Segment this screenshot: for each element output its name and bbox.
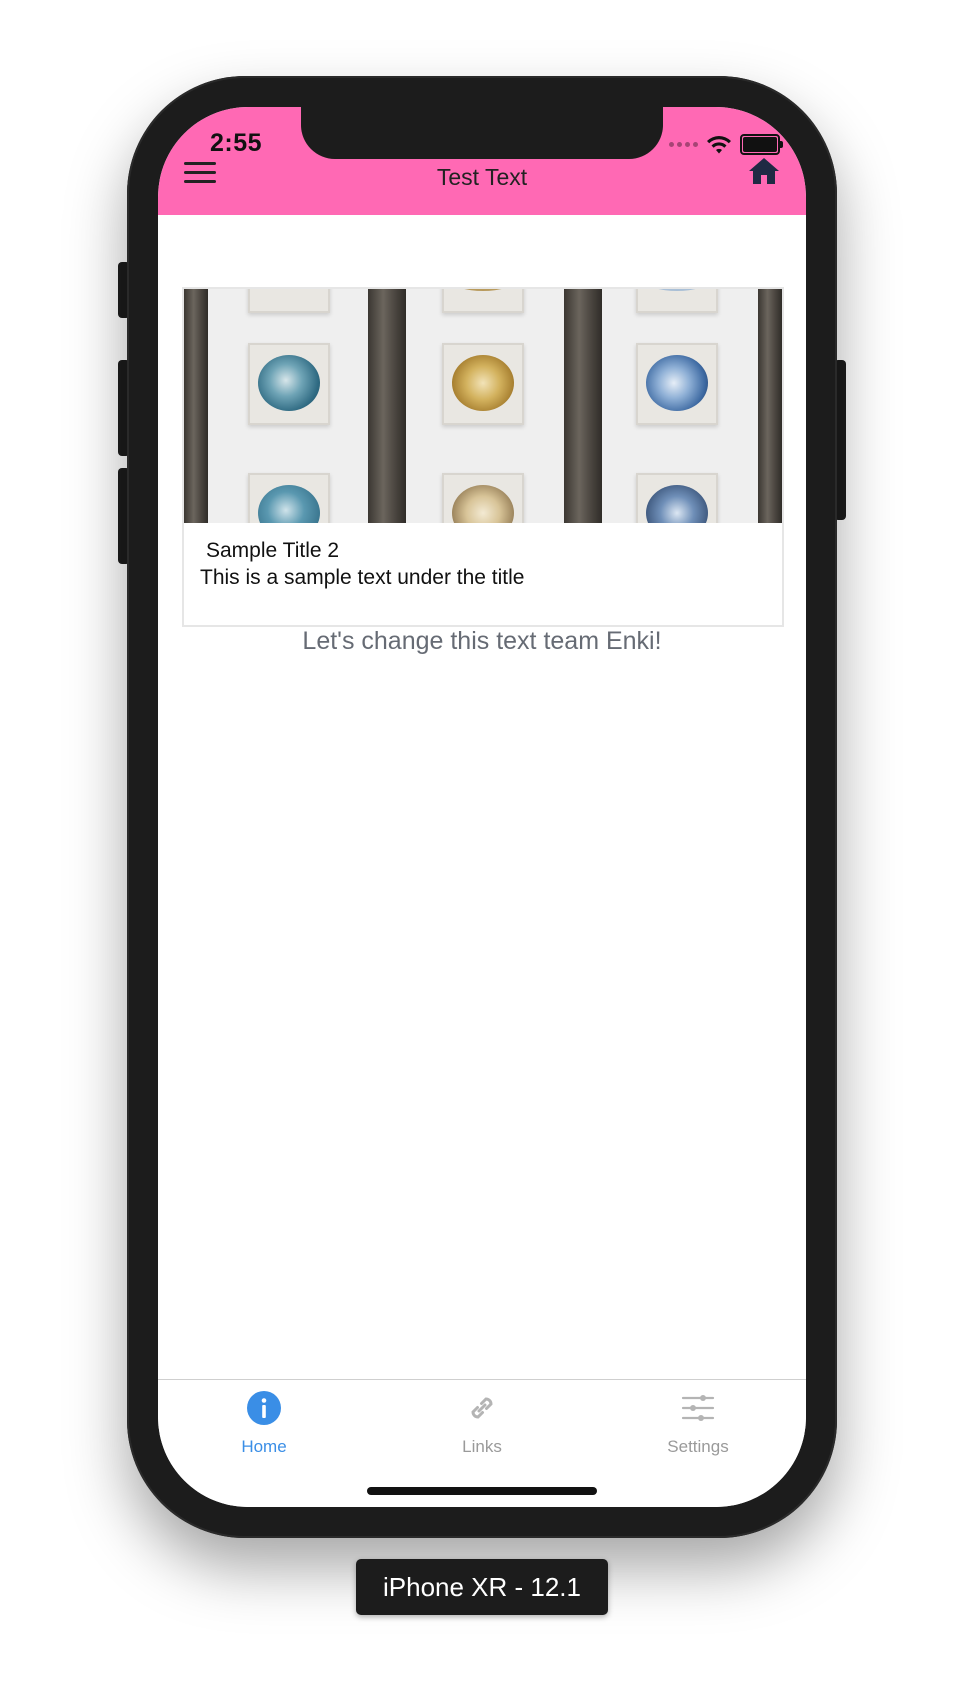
sliders-icon	[681, 1395, 715, 1421]
link-icon	[471, 1397, 493, 1419]
tab-settings-label: Settings	[667, 1437, 729, 1456]
phone-screen: 2:55 Test Text Sample Title 2 This is a …	[158, 107, 806, 1507]
info-icon	[247, 1391, 281, 1425]
info-text: Let's change this text team Enki!	[302, 627, 662, 655]
app-header: 2:55 Test Text	[158, 107, 806, 215]
status-time: 2:55	[210, 129, 263, 157]
home-indicator[interactable]	[367, 1487, 597, 1495]
tab-settings[interactable]: Settings	[628, 1390, 768, 1457]
card-title: Sample Title 2	[206, 539, 340, 562]
notch	[301, 107, 663, 159]
card-body: Sample Title 2 This is a sample text und…	[184, 523, 782, 591]
header-title: Test Text	[436, 164, 528, 190]
tab-home[interactable]: Home	[194, 1390, 334, 1457]
battery-icon	[740, 134, 783, 155]
wifi-icon	[707, 135, 731, 153]
cellular-signal-icon	[669, 142, 698, 147]
tab-links[interactable]: Links	[412, 1390, 552, 1457]
status-icons	[669, 134, 783, 155]
tab-home-label: Home	[241, 1437, 287, 1456]
tab-links-label: Links	[462, 1437, 502, 1456]
simulator-stage: 2:55 Test Text Sample Title 2 This is a …	[0, 0, 964, 1688]
home-icon[interactable]	[748, 155, 780, 187]
device-label: iPhone XR - 12.1	[356, 1559, 608, 1615]
card-text: This is a sample text under the title	[200, 566, 525, 589]
content-card[interactable]: Sample Title 2 This is a sample text und…	[182, 287, 784, 627]
card-image	[184, 289, 782, 523]
